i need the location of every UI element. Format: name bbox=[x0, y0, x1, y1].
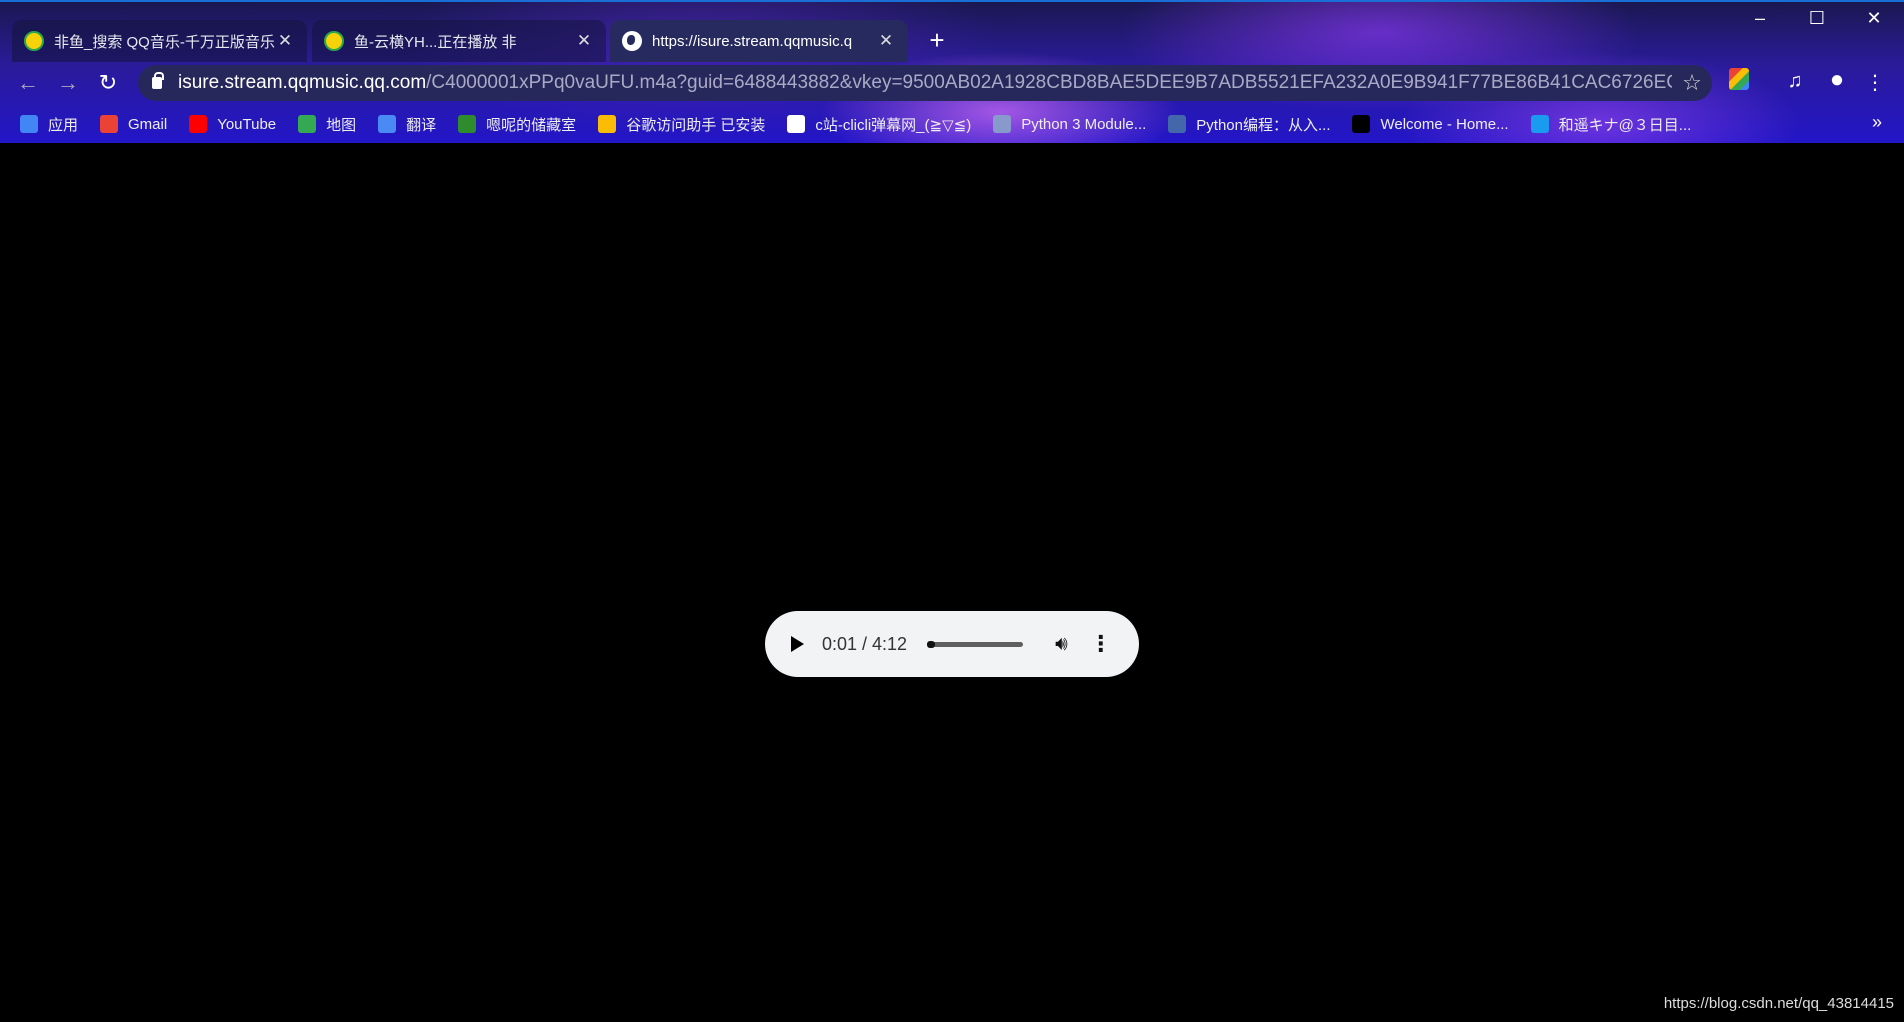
bookmark-label: 和遥キナ@３日目... bbox=[1558, 116, 1692, 134]
bookmark-icon bbox=[298, 115, 317, 133]
time-display: 0:01 / 4:12 bbox=[822, 633, 908, 654]
minimize-button[interactable]: – bbox=[1740, 8, 1780, 29]
close-icon[interactable]: ✕ bbox=[275, 31, 295, 51]
tab-3[interactable]: https://isure.stream.qqmusic.q ✕ bbox=[610, 20, 908, 62]
more-menu-icon[interactable]: ⋮ bbox=[1860, 70, 1890, 95]
maximize-button[interactable]: ☐ bbox=[1797, 8, 1837, 29]
watermark: https://blog.csdn.net/qq_43814415 bbox=[1663, 995, 1894, 1012]
bookmark-label: 谷歌访问助手 已安装 bbox=[626, 116, 766, 134]
bookmark-label: YouTube bbox=[217, 115, 277, 133]
tab-title: 鱼-云横YH...正在播放 非 bbox=[354, 33, 517, 51]
bookmark-icon bbox=[1352, 115, 1371, 133]
audio-player: 0:01 / 4:12 🔊︎ ⋮ bbox=[765, 611, 1139, 677]
close-icon[interactable]: ✕ bbox=[574, 31, 594, 51]
bookmark-item[interactable]: Python编程：从入... bbox=[1168, 114, 1330, 135]
more-options-icon[interactable]: ⋮ bbox=[1090, 631, 1112, 657]
play-icon[interactable] bbox=[791, 636, 804, 652]
bookmark-item[interactable]: 地图 bbox=[298, 114, 356, 135]
bookmark-item[interactable]: Gmail bbox=[100, 115, 167, 133]
bookmark-item[interactable]: 和遥キナ@３日目... bbox=[1530, 114, 1692, 135]
bookmark-label: Python 3 Module... bbox=[1021, 115, 1147, 133]
bookmark-icon bbox=[993, 115, 1012, 133]
bookmarks-bar: 应用 Gmail YouTube 地图 翻译 嗯呢的储藏室 谷歌访问助手 已安装 c站-cli… bbox=[0, 108, 1904, 140]
reload-button[interactable]: ↻ bbox=[94, 70, 122, 96]
bookmark-icon bbox=[189, 115, 208, 133]
bookmark-item[interactable]: c站-clicli弹幕网_(≧▽≦) bbox=[787, 114, 971, 135]
bookmark-label: Welcome - Home... bbox=[1380, 115, 1509, 133]
tab-1[interactable]: 非鱼_搜索 QQ音乐-千万正版音乐 ✕ bbox=[12, 20, 307, 62]
globe-icon bbox=[622, 31, 642, 51]
profile-avatar-icon[interactable]: ● bbox=[1822, 66, 1852, 94]
bookmark-label: Python编程：从入... bbox=[1196, 116, 1331, 134]
close-icon[interactable]: ✕ bbox=[876, 31, 896, 51]
bookmark-icon bbox=[378, 115, 397, 133]
bookmark-icon bbox=[20, 115, 38, 133]
tab-title: https://isure.stream.qqmusic.q bbox=[652, 32, 853, 50]
bookmark-item[interactable]: 谷歌访问助手 已安装 bbox=[598, 114, 765, 135]
media-control-icon[interactable]: ♫ bbox=[1780, 70, 1810, 93]
bookmark-icon bbox=[598, 115, 617, 133]
browser-chrome: 非鱼_搜索 QQ音乐-千万正版音乐 ✕ 鱼-云横YH...正在播放 非 ✕ ht… bbox=[0, 0, 1904, 143]
volume-icon[interactable]: 🔊︎ bbox=[1055, 633, 1068, 656]
qq-music-icon bbox=[24, 31, 44, 51]
seek-progress bbox=[927, 640, 936, 648]
bookmark-label: 应用 bbox=[48, 116, 79, 134]
close-window-button[interactable]: ✕ bbox=[1854, 8, 1894, 29]
qq-music-icon bbox=[324, 31, 344, 51]
bookmark-icon bbox=[1168, 115, 1187, 133]
tab-2[interactable]: 鱼-云横YH...正在播放 非 ✕ bbox=[312, 20, 606, 62]
new-tab-button[interactable]: + bbox=[922, 26, 952, 56]
bookmark-label: 翻译 bbox=[406, 116, 437, 134]
back-button[interactable]: ← bbox=[14, 70, 42, 96]
bookmark-item[interactable]: YouTube bbox=[189, 115, 276, 133]
lock-icon[interactable] bbox=[152, 72, 164, 89]
more-bookmarks-chevron-icon[interactable]: » bbox=[1872, 112, 1882, 133]
seek-slider[interactable] bbox=[927, 640, 1024, 648]
bookmark-icon bbox=[1530, 115, 1549, 133]
bookmark-icon bbox=[787, 115, 806, 133]
bookmark-item[interactable]: Welcome - Home... bbox=[1352, 115, 1509, 133]
url-path: /C4000001xPPq0vaUFU.m4a?guid=6488443882&… bbox=[426, 72, 1672, 93]
bookmark-item[interactable]: 翻译 bbox=[378, 114, 436, 135]
url-host: isure.stream.qqmusic.qq.com bbox=[178, 72, 427, 93]
bookmark-item[interactable]: 嗯呢的储藏室 bbox=[458, 114, 576, 135]
extension-icon[interactable] bbox=[1724, 68, 1754, 96]
bookmark-label: 嗯呢的储藏室 bbox=[486, 116, 577, 134]
bookmark-icon bbox=[100, 115, 119, 133]
star-icon[interactable]: ☆ bbox=[1672, 70, 1712, 96]
forward-button[interactable]: → bbox=[54, 70, 82, 96]
bookmark-label: c站-clicli弹幕网_(≧▽≦) bbox=[815, 116, 972, 134]
toolbar: ← → ↻ isure.stream.qqmusic.qq.com /C4000… bbox=[0, 64, 1904, 104]
bookmark-icon bbox=[458, 115, 477, 133]
tab-title: 非鱼_搜索 QQ音乐-千万正版音乐 bbox=[54, 33, 275, 51]
bookmark-label: 地图 bbox=[326, 116, 357, 134]
address-bar[interactable]: isure.stream.qqmusic.qq.com /C4000001xPP… bbox=[138, 65, 1712, 101]
bookmark-label: Gmail bbox=[128, 115, 168, 133]
bookmark-item[interactable]: 应用 bbox=[20, 114, 78, 135]
bookmark-item[interactable]: Python 3 Module... bbox=[993, 115, 1146, 133]
